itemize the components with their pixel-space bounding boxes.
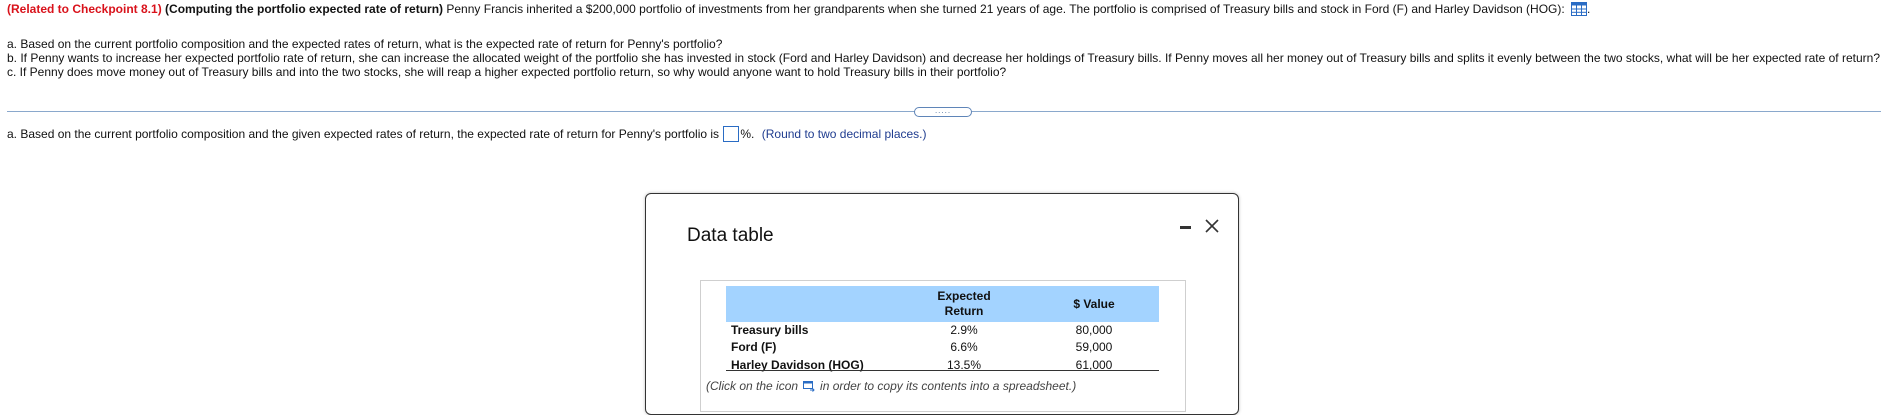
table-row: Harley Davidson (HOG) 13.5% 61,000: [731, 356, 1161, 374]
checkpoint-reference: (Related to Checkpoint 8.1): [7, 2, 162, 16]
copy-footnote: (Click on the icon in order to copy its …: [706, 379, 1077, 395]
row-value: 80,000: [1075, 323, 1113, 337]
dialog-title: Data table: [687, 225, 774, 246]
table-row: Treasury bills 2.9% 80,000: [731, 321, 1161, 339]
data-table-dialog: Data table Expected Return $ Value Treas…: [645, 193, 1239, 415]
answer-input[interactable]: [723, 126, 740, 142]
answer-unit: %.: [740, 127, 755, 141]
data-table: Expected Return $ Value Treasury bills 2…: [700, 280, 1186, 412]
minimize-icon: [1180, 226, 1191, 229]
row-value: 59,000: [1075, 340, 1113, 354]
answer-prompt: a. Based on the current portfolio compos…: [7, 127, 720, 141]
row-value: 61,000: [1075, 358, 1113, 372]
rounding-hint: (Round to two decimal places.): [761, 127, 927, 141]
row-expected-return: 13.5%: [946, 358, 982, 372]
row-expected-return: 2.9%: [950, 323, 978, 337]
copy-to-spreadsheet-icon[interactable]: [803, 381, 815, 395]
row-name: Treasury bills: [731, 323, 809, 337]
row-expected-return: 6.6%: [950, 340, 978, 354]
row-name: Harley Davidson (HOG): [731, 358, 864, 372]
question-intro-text: Penny Francis inherited a $200,000 portf…: [446, 2, 1565, 16]
minimize-button[interactable]: [1176, 220, 1196, 234]
question-part-a: a. Based on the current portfolio compos…: [7, 37, 723, 51]
question-parts: a. Based on the current portfolio compos…: [7, 37, 1881, 79]
table-header: Expected Return $ Value: [726, 286, 1159, 322]
question-part-b: b. If Penny wants to increase her expect…: [7, 51, 1880, 65]
header-value: $ Value: [1073, 297, 1115, 311]
table-row: Ford (F) 6.6% 59,000: [731, 338, 1161, 356]
table-bottom-rule: [726, 370, 1159, 371]
answer-line: a. Based on the current portfolio compos…: [7, 126, 927, 142]
question-part-c: c. If Penny does move money out of Treas…: [7, 65, 1007, 79]
question-topic: (Computing the portfolio expected rate o…: [165, 2, 444, 16]
close-icon: [1205, 219, 1219, 233]
data-table-icon[interactable]: [1571, 2, 1588, 20]
header-expected-return: Expected Return: [937, 289, 991, 318]
row-name: Ford (F): [731, 340, 777, 354]
question-intro: (Related to Checkpoint 8.1) (Computing t…: [7, 2, 1590, 20]
close-button[interactable]: [1202, 215, 1222, 237]
expand-question-button[interactable]: .....: [914, 107, 972, 117]
